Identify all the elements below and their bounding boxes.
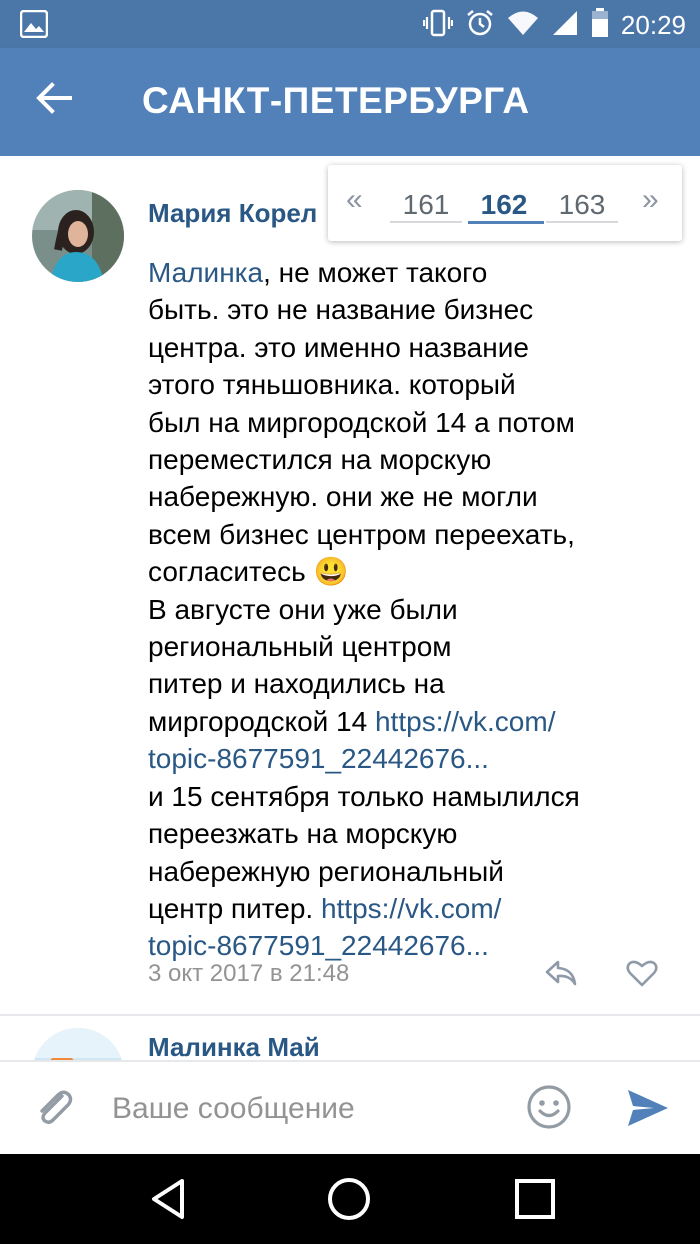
comment-line: питер и находились на: [148, 665, 668, 702]
back-triangle-icon[interactable]: [144, 1174, 194, 1224]
text-span: и 15 сентября только намылился: [148, 780, 580, 812]
comment-author[interactable]: Мария Корел: [148, 198, 317, 229]
link[interactable]: https://vk.com/: [375, 706, 556, 737]
text-span: центра. это именно название: [148, 331, 529, 363]
comment-line: этого тяньшовника. который: [148, 366, 668, 403]
text-span: набережную региональный: [148, 855, 504, 887]
page-163-button[interactable]: 163: [544, 189, 620, 221]
send-icon[interactable]: [626, 1086, 670, 1130]
comment-line: набережную. они же не могли: [148, 478, 668, 515]
text-span: всем бизнес центром переехать,: [148, 518, 575, 550]
comment-line: и 15 сентября только намылился: [148, 778, 668, 815]
comment-line: региональный центром: [148, 628, 668, 665]
comment-line: всем бизнес центром переехать,: [148, 516, 668, 553]
comment-line: быть. это не название бизнес: [148, 291, 668, 328]
comment-date: 3 окт 2017 в 21:48: [148, 960, 350, 987]
text-span: был на миргородской 14 а потом: [148, 406, 575, 438]
text-span: согласитесь: [148, 556, 314, 588]
comments-feed[interactable]: Мария Корел Малинка, не может такого быть…: [0, 156, 700, 1060]
text-span: центр питер.: [148, 892, 321, 924]
text-span: питер и находились на: [148, 668, 445, 700]
text-span: В августе они уже были: [148, 593, 458, 625]
comment-line: центра. это именно название: [148, 329, 668, 366]
link[interactable]: https://vk.com/: [321, 893, 502, 924]
comment-author[interactable]: Малинка Май: [148, 1032, 320, 1060]
page-title: САНКТ-ПЕТЕРБУРГА: [142, 80, 530, 121]
wifi-icon: [507, 9, 539, 42]
home-circle-icon[interactable]: [324, 1174, 374, 1224]
page-underline: [390, 221, 462, 223]
text-span: миргородской 14: [148, 705, 375, 737]
avatar[interactable]: [32, 190, 124, 282]
text-span: этого тяньшовника. который: [148, 369, 516, 401]
comment-item: Мария Корел Малинка, не может такого быть…: [0, 170, 700, 1016]
link[interactable]: topic-8677591_22442676...: [148, 930, 489, 961]
comment-line: Малинка, не может такого: [148, 254, 668, 291]
comment-item: Малинка Май: [0, 1016, 700, 1060]
system-nav-bar: [0, 1154, 700, 1244]
text-span: региональный центром: [148, 631, 452, 663]
smiley-emoji-icon: 😃: [313, 556, 349, 588]
message-composer: Ваше сообщение: [0, 1060, 700, 1156]
pager-next-button[interactable]: »: [642, 183, 659, 217]
heart-icon[interactable]: [626, 958, 662, 992]
text-span: быть. это не название бизнес: [148, 294, 534, 326]
arrow-left-icon[interactable]: [34, 78, 82, 126]
comment-line: В августе они уже были: [148, 591, 668, 628]
comment-line: переместился на морскую: [148, 441, 668, 478]
link[interactable]: Малинка: [148, 257, 263, 288]
vibrate-icon: [422, 8, 454, 43]
comment-line: переезжать на морскую: [148, 815, 668, 852]
page-162-button[interactable]: 162: [466, 189, 542, 221]
active-page-underline: [468, 221, 544, 224]
recents-square-icon[interactable]: [510, 1174, 560, 1224]
comment-line: согласитесь 😃: [148, 553, 668, 590]
message-input[interactable]: Ваше сообщение: [112, 1092, 355, 1126]
comment-line: центр питер. https://vk.com/: [148, 890, 668, 927]
status-time: 20:29: [620, 10, 686, 40]
page-selector: « 161 162 163 »: [328, 165, 682, 241]
status-bar: 20:29: [0, 0, 700, 48]
text-span: , не может такого: [263, 257, 488, 288]
comment-line: topic-8677591_22442676...: [148, 740, 668, 777]
image-icon: [19, 9, 49, 43]
comment-line: был на миргородской 14 а потом: [148, 404, 668, 441]
reply-icon[interactable]: [544, 958, 584, 992]
comment-text: Малинка, не может такого быть. это не наз…: [148, 254, 668, 965]
link[interactable]: topic-8677591_22442676...: [148, 743, 489, 774]
page-underline: [546, 221, 618, 223]
text-span: переместился на морскую: [148, 444, 492, 476]
comment-line: миргородской 14 https://vk.com/: [148, 703, 668, 740]
pager-prev-button[interactable]: «: [346, 183, 363, 217]
battery-icon: [591, 8, 609, 43]
app-bar: САНКТ-ПЕТЕРБУРГА: [0, 48, 700, 156]
smile-icon[interactable]: [526, 1084, 572, 1130]
signal-icon: [551, 9, 579, 42]
paperclip-icon[interactable]: [32, 1086, 80, 1134]
text-span: набережную. они же не могли: [148, 481, 538, 513]
text-span: переезжать на морскую: [148, 818, 458, 850]
alarm-icon: [465, 8, 495, 43]
page-161-button[interactable]: 161: [388, 189, 464, 221]
comment-line: набережную региональный: [148, 853, 668, 890]
avatar[interactable]: [32, 1028, 124, 1060]
